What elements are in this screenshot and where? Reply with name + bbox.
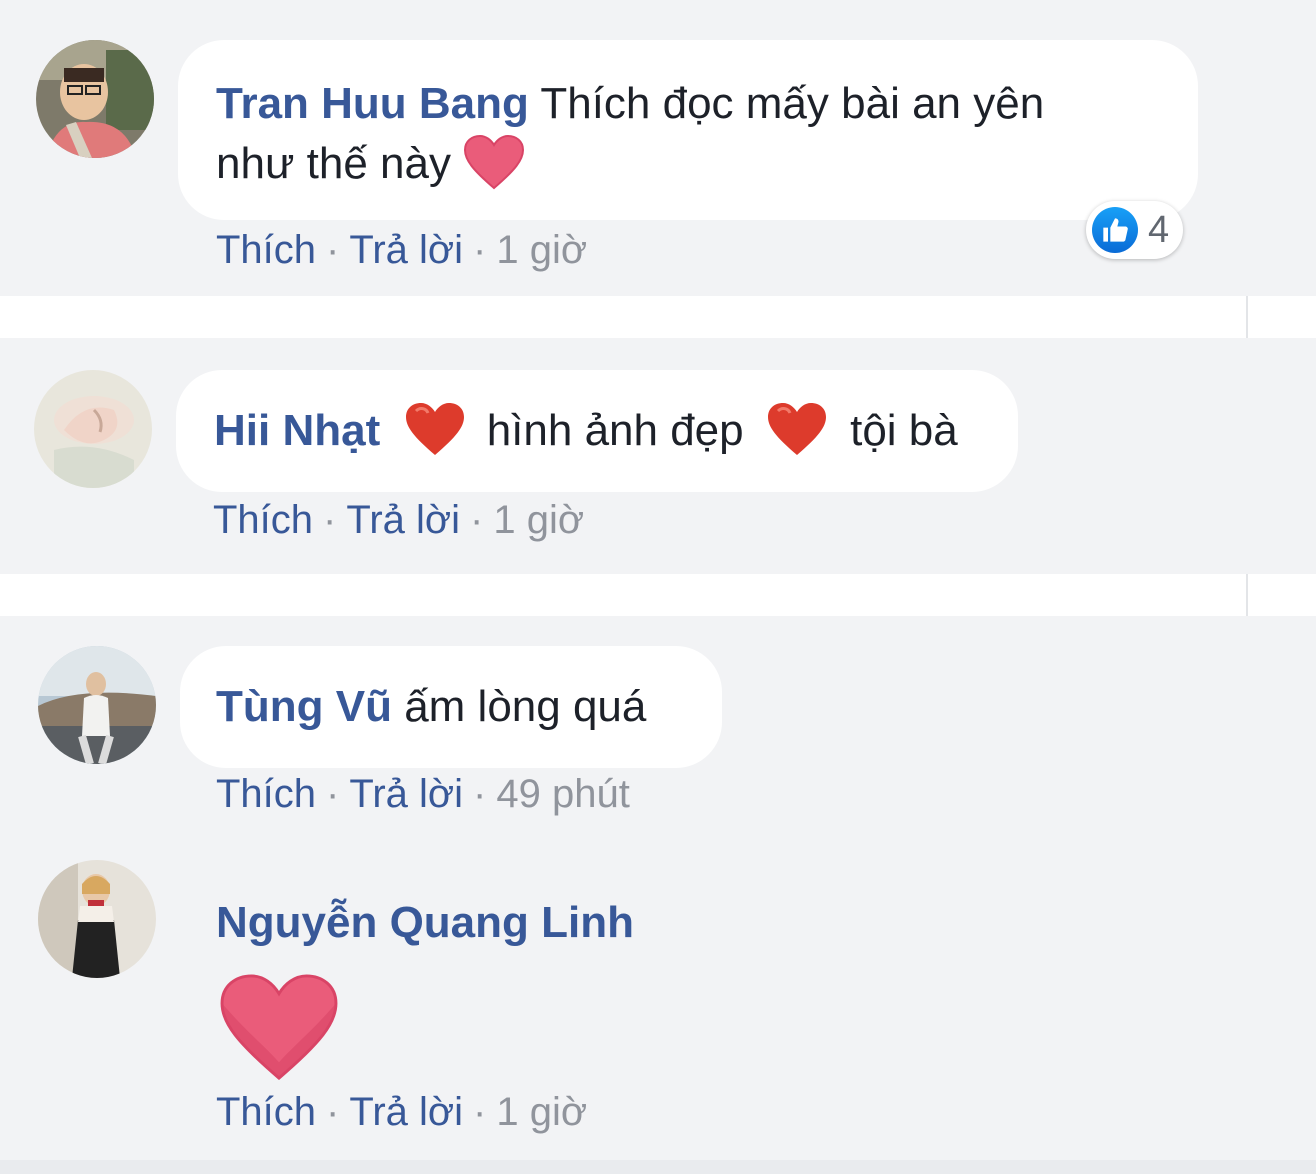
separator: · (326, 1090, 340, 1134)
author-name[interactable]: Tùng Vũ (216, 682, 392, 731)
comment-text: như thế này (216, 139, 451, 188)
timestamp[interactable]: 1 giờ (496, 228, 587, 272)
comment-thread-3: Tùng Vũ ấm lòng quá Thích · Trả lời · 49 phú… (0, 616, 1316, 1160)
separator: · (326, 772, 340, 816)
reaction-count[interactable]: 4 (1086, 201, 1184, 259)
separator: · (473, 228, 487, 272)
author-name[interactable]: Hii Nhạt (214, 406, 380, 455)
comment-text: ấm lòng quá (404, 682, 647, 731)
comment-bubble: Tùng Vũ ấm lòng quá (180, 646, 722, 768)
like-link[interactable]: Thích (213, 498, 313, 542)
like-reaction-icon (1092, 207, 1138, 253)
separator: · (326, 228, 340, 272)
comment-bubble: Tran Huu Bang Thích đọc mấy bài an yên n… (178, 40, 1198, 220)
red-heart-emoji (404, 401, 466, 473)
comment-actions: Thích · Trả lời · 49 phút (216, 772, 630, 817)
timestamp[interactable]: 49 phút (496, 772, 629, 816)
comment-actions: Thích · Trả lời · 1 giờ (216, 1090, 587, 1135)
reaction-count-number: 4 (1148, 208, 1170, 251)
like-link[interactable]: Thích (216, 772, 316, 816)
reply-link[interactable]: Trả lời (349, 1090, 463, 1134)
pink-heart-emoji (218, 972, 340, 1087)
divider (0, 574, 1316, 616)
avatar[interactable] (38, 860, 156, 978)
bottom-edge (0, 1160, 1316, 1174)
timestamp[interactable]: 1 giờ (496, 1090, 587, 1134)
comment-bubble: Hii Nhạt hình ảnh đẹp tội bà (176, 370, 1018, 492)
comment-thread-2: Hii Nhạt hình ảnh đẹp tội bà Thích · Trả l… (0, 338, 1316, 574)
avatar[interactable] (34, 370, 152, 488)
avatar[interactable] (38, 646, 156, 764)
comment-thread-1: Tran Huu Bang Thích đọc mấy bài an yên n… (0, 0, 1316, 296)
comment-text: tội bà (850, 406, 958, 455)
avatar[interactable] (36, 40, 154, 158)
comment-actions: Thích · Trả lời · 1 giờ (216, 228, 587, 273)
like-link[interactable]: Thích (216, 228, 316, 272)
red-heart-emoji (766, 401, 828, 473)
reply-link[interactable]: Trả lời (346, 498, 460, 542)
separator: · (470, 498, 484, 542)
pink-heart-emoji (463, 134, 525, 206)
separator: · (323, 498, 337, 542)
reply-link[interactable]: Trả lời (349, 772, 463, 816)
author-name[interactable]: Nguyễn Quang Linh (216, 898, 634, 948)
like-link[interactable]: Thích (216, 1090, 316, 1134)
separator: · (473, 1090, 487, 1134)
separator: · (473, 772, 487, 816)
divider (0, 296, 1316, 338)
timestamp[interactable]: 1 giờ (493, 498, 584, 542)
author-name[interactable]: Tran Huu Bang (216, 79, 529, 128)
comment-text: hình ảnh đẹp (486, 406, 744, 455)
comment-text: Thích đọc mấy bài an yên (540, 79, 1045, 128)
comment-actions: Thích · Trả lời · 1 giờ (213, 498, 584, 543)
reply-link[interactable]: Trả lời (349, 228, 463, 272)
